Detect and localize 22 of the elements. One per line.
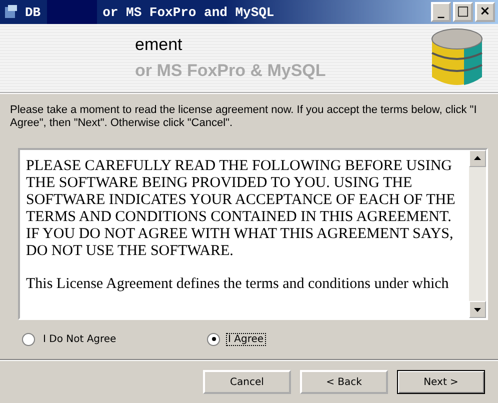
scroll-up-icon[interactable] bbox=[469, 150, 486, 167]
installer-icon bbox=[3, 4, 19, 20]
instructions-text: Please take a moment to read the license agreement now. If you accept the terms below, click "I Agree", then "Next". Otherwise click "Cancel". bbox=[10, 104, 478, 130]
scroll-down-icon[interactable] bbox=[469, 301, 486, 318]
license-paragraph: PLEASE CAREFULLY READ THE FOLLOWING BEFORE USING THE SOFTWARE BEING PROVIDED TO YOU. USING THE SOFTWARE INDICATES YOUR ACCEPTANCE OF EACH OF THE TERMS AND CONDITIONS CONTAINED IN THIS AGREEMENT. IF YOU DO NOT AGREE WITH WHAT THIS AGREEMENT SAYS, DO NOT USE THE SOFTWARE. bbox=[26, 158, 456, 260]
close-button[interactable]: × bbox=[475, 2, 495, 22]
radio-button[interactable] bbox=[207, 332, 220, 346]
license-textbox[interactable] bbox=[18, 148, 488, 320]
cancel-button[interactable]: Cancel bbox=[203, 370, 291, 394]
radio-label[interactable]: I Agree bbox=[226, 332, 266, 346]
banner-subtitle: or MS FoxPro & MySQL bbox=[135, 61, 326, 81]
next-button[interactable]: Next > bbox=[397, 370, 485, 394]
back-button[interactable]: < Back bbox=[300, 370, 388, 394]
radio-button[interactable] bbox=[22, 332, 35, 346]
window-title: DB bbox=[25, 4, 41, 20]
minimize-button[interactable]: _ bbox=[431, 2, 451, 22]
license-paragraph: This License Agreement defines the terms and conditions under which bbox=[26, 276, 450, 293]
window-title: or MS FoxPro and MySQL bbox=[102, 4, 274, 20]
radio-label[interactable]: I Do Not Agree bbox=[41, 332, 118, 346]
banner-title: ement bbox=[135, 35, 184, 55]
scrollbar[interactable] bbox=[469, 150, 486, 318]
maximize-button[interactable]: □ bbox=[453, 2, 473, 22]
